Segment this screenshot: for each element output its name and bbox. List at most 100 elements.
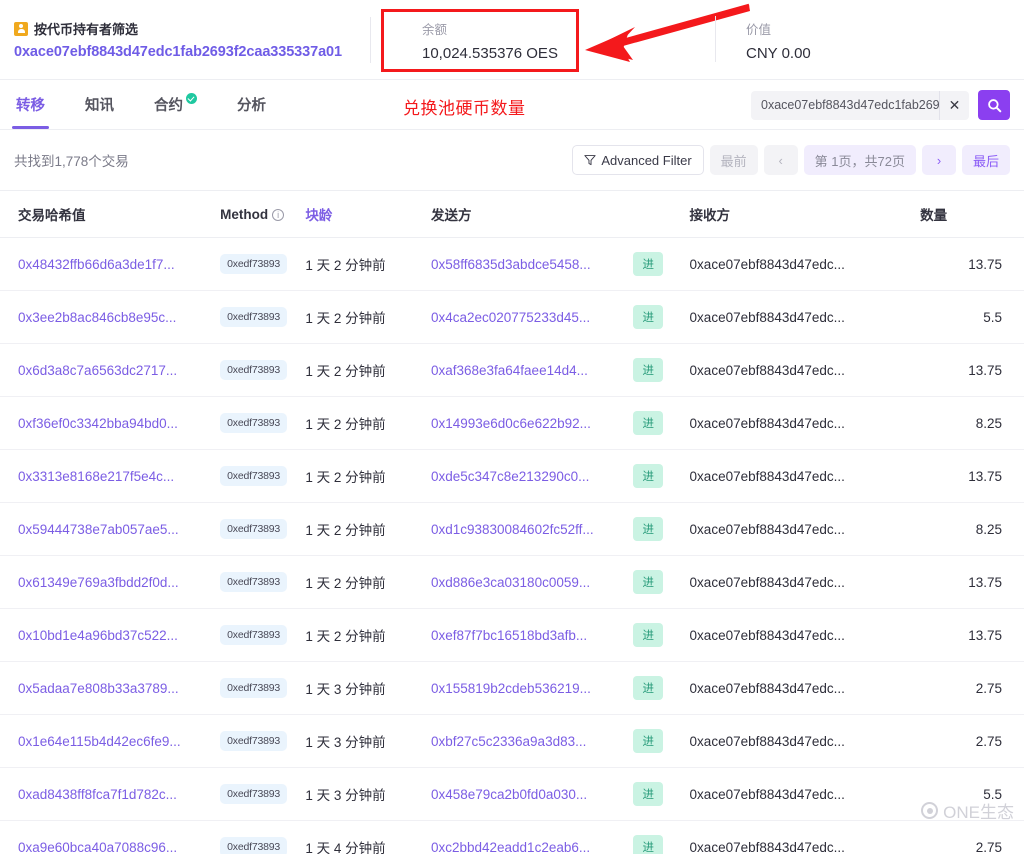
amount-value: 2.75 (975, 680, 1002, 696)
balance-label: 余额 (422, 23, 448, 37)
tx-hash-link[interactable]: 0x10bd1e4a96bd37c522... (18, 628, 178, 643)
pagination-next[interactable]: › (921, 145, 956, 175)
tx-hash-link[interactable]: 0xf36ef0c3342bba94bd0... (18, 416, 178, 431)
tx-hash-link[interactable]: 0x5adaa7e808b33a3789... (18, 681, 179, 696)
amount-value: 2.75 (975, 733, 1002, 749)
tx-hash-link[interactable]: 0x3313e8168e217f5e4c... (18, 469, 174, 484)
search-input[interactable] (761, 98, 939, 112)
method-badge[interactable]: 0xedf73893 (220, 678, 288, 698)
tx-hash-link[interactable]: 0x6d3a8c7a6563dc2717... (18, 363, 177, 378)
table-row: 0xf36ef0c3342bba94bd0... 0xedf73893 1 天 2 … (0, 396, 1024, 450)
block-age: 1 天 3 分钟前 (305, 735, 386, 750)
method-badge[interactable]: 0xedf73893 (220, 466, 288, 486)
tab-analytics-label: 分析 (237, 98, 266, 114)
table-header-row: 交易哈希值 Method i 块龄 发送方 接收方 数量 (0, 190, 1024, 238)
from-address-link[interactable]: 0x14993e6d0c6e622b92... (431, 416, 591, 431)
block-age: 1 天 2 分钟前 (305, 576, 386, 591)
verified-check-icon (186, 93, 197, 104)
filter-pagination-bar: 共找到1,778个交易 Advanced Filter 最前 ‹ 第 1页，共7… (0, 130, 1024, 190)
direction-badge: 进 (633, 835, 663, 854)
pagination-prev[interactable]: ‹ (763, 145, 798, 175)
table-row: 0x1e64e115b4d42ec6fe9... 0xedf73893 1 天 3 … (0, 714, 1024, 768)
search-box[interactable]: ✕ (751, 90, 969, 120)
tab-bar: 转移 知讯 合约 分析 兑换池硬币数量 ✕ (0, 80, 1024, 130)
table-row: 0x3313e8168e217f5e4c... 0xedf73893 1 天 2 分… (0, 449, 1024, 503)
method-badge[interactable]: 0xedf73893 (220, 572, 288, 592)
user-filter-icon (14, 21, 28, 36)
block-age: 1 天 4 分钟前 (305, 841, 386, 854)
method-badge[interactable]: 0xedf73893 (220, 413, 288, 433)
tab-transfers[interactable]: 转移 (12, 80, 49, 129)
to-address: 0xace07ebf8843d47edc... (689, 468, 845, 484)
from-address-link[interactable]: 0xbf27c5c2336a9a3d83... (431, 734, 586, 749)
block-age: 1 天 2 分钟前 (305, 258, 386, 273)
direction-badge: 进 (633, 570, 663, 594)
from-address-link[interactable]: 0xde5c347c8e213290c0... (431, 469, 589, 484)
tx-hash-link[interactable]: 0x1e64e115b4d42ec6fe9... (18, 734, 181, 749)
from-address-link[interactable]: 0xd886e3ca03180c0059... (431, 575, 590, 590)
tab-contract[interactable]: 合约 (152, 80, 199, 129)
divider-1 (370, 16, 371, 63)
search-button[interactable] (978, 90, 1010, 120)
from-address-link[interactable]: 0xc2bbd42eadd1c2eab6... (431, 840, 590, 854)
to-address: 0xace07ebf8843d47edc... (689, 415, 845, 431)
col-header-method-label: Method (220, 206, 269, 222)
method-badge[interactable]: 0xedf73893 (220, 837, 288, 854)
direction-badge: 进 (633, 782, 663, 806)
advanced-filter-label: Advanced Filter (601, 152, 692, 168)
from-address-link[interactable]: 0x58ff6835d3abdce5458... (431, 257, 591, 272)
to-address: 0xace07ebf8843d47edc... (689, 521, 845, 537)
to-address: 0xace07ebf8843d47edc... (689, 680, 845, 696)
pagination-page-info: 第 1页，共72页 (803, 145, 916, 175)
block-age: 1 天 2 分钟前 (305, 629, 386, 644)
clear-search-icon[interactable]: ✕ (939, 90, 969, 120)
to-address: 0xace07ebf8843d47edc... (689, 733, 845, 749)
token-holder-filter[interactable]: 按代币持有者筛选 (14, 19, 366, 38)
tab-info[interactable]: 知讯 (83, 80, 116, 129)
tx-hash-link[interactable]: 0xad8438ff8fca7f1d782c... (18, 787, 177, 802)
method-badge[interactable]: 0xedf73893 (220, 307, 288, 327)
divider-2 (715, 16, 716, 62)
value-amount: CNY 0.00 (746, 45, 811, 62)
amount-value: 5.5 (983, 309, 1002, 325)
balance-value: 10,024.535376 OES (422, 45, 558, 62)
direction-badge: 进 (633, 252, 663, 276)
advanced-filter-button[interactable]: Advanced Filter (572, 145, 704, 175)
table-row: 0x6d3a8c7a6563dc2717... 0xedf73893 1 天 2 分… (0, 343, 1024, 397)
to-address: 0xace07ebf8843d47edc... (689, 256, 845, 272)
from-address-link[interactable]: 0x155819b2cdeb536219... (431, 681, 591, 696)
col-header-age[interactable]: 块龄 (305, 190, 431, 238)
method-badge[interactable]: 0xedf73893 (220, 625, 288, 645)
block-age: 1 天 2 分钟前 (305, 470, 386, 485)
amount-value: 8.25 (975, 521, 1002, 537)
tx-hash-link[interactable]: 0xa9e60bca40a7088c96... (18, 840, 177, 854)
info-icon[interactable]: i (272, 208, 285, 221)
table-row: 0x59444738e7ab057ae5... 0xedf73893 1 天 2 分… (0, 502, 1024, 556)
method-badge[interactable]: 0xedf73893 (220, 360, 288, 380)
from-address-link[interactable]: 0xd1c93830084602fc52ff... (431, 522, 594, 537)
from-address-link[interactable]: 0xaf368e3fa64faee14d4... (431, 363, 588, 378)
col-header-method: Method i (220, 190, 306, 238)
col-header-direction (633, 190, 690, 238)
method-badge[interactable]: 0xedf73893 (220, 731, 288, 751)
from-address-link[interactable]: 0x458e79ca2b0fd0a030... (431, 787, 587, 802)
table-row: 0x10bd1e4a96bd37c522... 0xedf73893 1 天 2 分… (0, 608, 1024, 662)
pagination-last[interactable]: 最后 (961, 145, 1010, 175)
tx-hash-link[interactable]: 0x3ee2b8ac846cb8e95c... (18, 310, 176, 325)
amount-value: 13.75 (968, 627, 1002, 643)
table-row: 0x5adaa7e808b33a3789... 0xedf73893 1 天 3 分… (0, 661, 1024, 715)
tab-list: 转移 知讯 合约 分析 (12, 80, 304, 129)
holder-address[interactable]: 0xace07ebf8843d47edc1fab2693f2caa335337a… (14, 44, 366, 60)
from-address-link[interactable]: 0x4ca2ec020775233d45... (431, 310, 590, 325)
method-badge[interactable]: 0xedf73893 (220, 519, 288, 539)
to-address: 0xace07ebf8843d47edc... (689, 362, 845, 378)
method-badge[interactable]: 0xedf73893 (220, 254, 288, 274)
pagination-first[interactable]: 最前 (709, 145, 758, 175)
tx-hash-link[interactable]: 0x48432ffb66d6a3de1f7... (18, 257, 175, 272)
tab-analytics[interactable]: 分析 (235, 80, 268, 129)
from-address-link[interactable]: 0xef87f7bc16518bd3afb... (431, 628, 587, 643)
method-badge[interactable]: 0xedf73893 (220, 784, 288, 804)
value-label: 价值 (746, 23, 772, 37)
tx-hash-link[interactable]: 0x59444738e7ab057ae5... (18, 522, 179, 537)
tx-hash-link[interactable]: 0x61349e769a3fbdd2f0d... (18, 575, 179, 590)
